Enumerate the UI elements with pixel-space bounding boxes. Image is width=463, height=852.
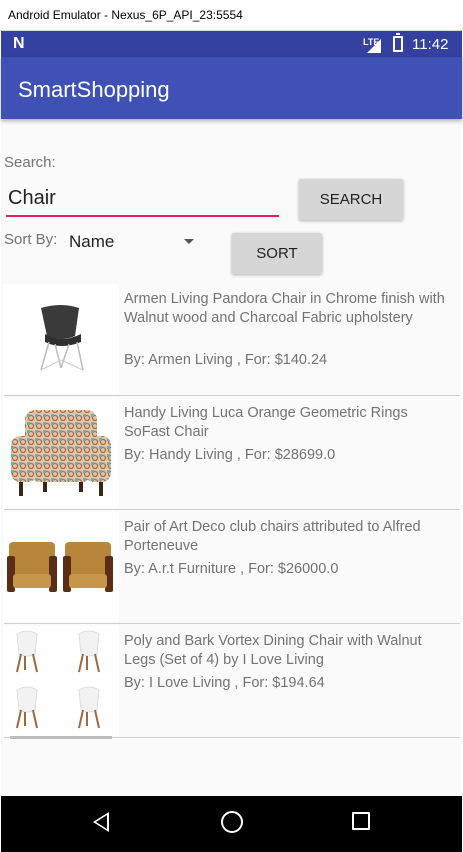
sort-label: Sort By: bbox=[4, 231, 58, 248]
emulator-title: Android Emulator - Nexus_6P_API_23:5554 bbox=[8, 8, 243, 22]
app-title: SmartShopping bbox=[18, 77, 170, 102]
product-title: Armen Living Pandora Chair in Chrome fin… bbox=[124, 291, 445, 326]
dropdown-arrow-icon bbox=[184, 239, 194, 244]
product-image bbox=[3, 284, 119, 394]
product-image bbox=[3, 398, 119, 508]
list-item[interactable]: Pair of Art Deco club chairs attributed … bbox=[1, 510, 462, 624]
back-icon[interactable] bbox=[93, 812, 109, 832]
search-label: Search: bbox=[4, 154, 56, 171]
search-button[interactable]: SEARCH bbox=[299, 179, 403, 220]
partial-list-item bbox=[10, 736, 112, 739]
notification-n-icon: N bbox=[13, 35, 25, 52]
product-image bbox=[3, 626, 119, 736]
home-icon[interactable] bbox=[221, 811, 243, 833]
signal-icon bbox=[367, 39, 381, 53]
sort-selected-value: Name bbox=[69, 232, 115, 251]
product-meta: By: Handy Living , For: $28699.0 bbox=[124, 447, 336, 463]
status-bar: N LTE 11:42 bbox=[1, 31, 462, 57]
list-item[interactable]: Handy Living Luca Orange Geometric Rings… bbox=[1, 396, 462, 510]
battery-icon bbox=[393, 33, 403, 52]
product-meta: By: A.r.t Furniture , For: $26000.0 bbox=[124, 561, 339, 577]
search-input[interactable] bbox=[6, 181, 279, 217]
list-item[interactable]: Armen Living Pandora Chair in Chrome fin… bbox=[1, 282, 462, 396]
product-meta: By: Armen Living , For: $140.24 bbox=[124, 352, 328, 368]
recent-apps-icon[interactable] bbox=[352, 812, 370, 830]
product-title: Pair of Art Deco club chairs attributed … bbox=[124, 519, 421, 554]
status-time: 11:42 bbox=[412, 36, 449, 53]
list-item[interactable]: Poly and Bark Vortex Dining Chair with W… bbox=[1, 624, 462, 738]
product-meta: By: I Love Living , For: $194.64 bbox=[124, 675, 325, 691]
app-bar: SmartShopping bbox=[1, 57, 462, 119]
product-title: Handy Living Luca Orange Geometric Rings… bbox=[124, 405, 408, 440]
sort-button[interactable]: SORT bbox=[232, 233, 322, 274]
emulator-title-bar: Android Emulator - Nexus_6P_API_23:5554 bbox=[0, 0, 463, 31]
navigation-bar bbox=[1, 796, 462, 852]
product-title: Poly and Bark Vortex Dining Chair with W… bbox=[124, 633, 422, 668]
product-image bbox=[3, 512, 119, 622]
sort-select[interactable]: Name bbox=[69, 229, 199, 255]
device-screen: N LTE 11:42 SmartShopping Search: SEARCH… bbox=[1, 31, 462, 852]
